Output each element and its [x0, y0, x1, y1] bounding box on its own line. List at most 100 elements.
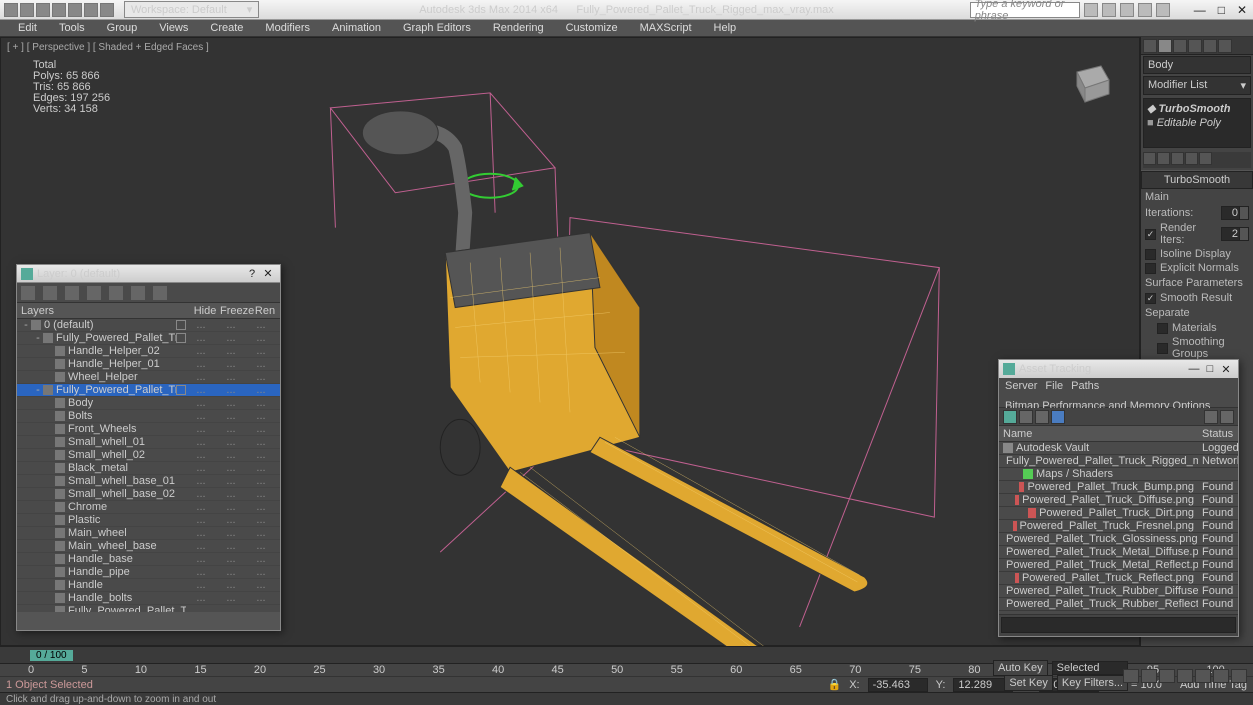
layer-row[interactable]: Handle_pipe.........: [17, 566, 280, 579]
time-config-icon[interactable]: [1231, 669, 1247, 683]
exchange-icon[interactable]: [1120, 3, 1134, 17]
asset-list[interactable]: Autodesk VaultLoggedFully_Powered_Pallet…: [999, 442, 1238, 614]
lock-icon[interactable]: 🔒: [828, 678, 842, 691]
iterations-spinner[interactable]: 0: [1221, 206, 1249, 220]
signin-icon[interactable]: [1102, 3, 1116, 17]
rollout-header[interactable]: TurboSmooth: [1141, 171, 1253, 189]
col-layers[interactable]: Layers: [17, 303, 190, 318]
save-icon[interactable]: [52, 3, 66, 17]
link-icon[interactable]: [100, 3, 114, 17]
layer-row[interactable]: Handle_bolts.........: [17, 592, 280, 605]
layer-row[interactable]: Small_whell_02.........: [17, 449, 280, 462]
asset-row[interactable]: Powered_Pallet_Truck_Bump.pngFound: [999, 481, 1238, 494]
menu-graph-editors[interactable]: Graph Editors: [393, 21, 481, 35]
asset-tracking-window[interactable]: Asset Tracking — □ ✕ ServerFilePathsBitm…: [998, 359, 1239, 637]
asset-row[interactable]: Powered_Pallet_Truck_Rubber_Reflect.pngF…: [999, 598, 1238, 611]
help-icon[interactable]: [1156, 3, 1170, 17]
app-icon[interactable]: [4, 3, 18, 17]
explicit-checkbox[interactable]: [1145, 263, 1156, 274]
menu-customize[interactable]: Customize: [556, 21, 628, 35]
asset-row[interactable]: Powered_Pallet_Truck_Dirt.pngFound: [999, 507, 1238, 520]
render-iters-checkbox[interactable]: ✓: [1145, 229, 1156, 240]
next-frame-icon[interactable]: [1177, 669, 1193, 683]
asset-row[interactable]: Powered_Pallet_Truck_Glossiness.pngFound: [999, 533, 1238, 546]
asset-path-input[interactable]: [1001, 617, 1236, 633]
menu-create[interactable]: Create: [200, 21, 253, 35]
layer-row[interactable]: -Fully_Powered_Pallet_Truck_Rig.........: [17, 332, 280, 345]
menu-maxscript[interactable]: MAXScript: [630, 21, 702, 35]
new-icon[interactable]: [20, 3, 34, 17]
asset-row[interactable]: Autodesk VaultLogged: [999, 442, 1238, 455]
layer-row[interactable]: Black_metal.........: [17, 462, 280, 475]
layer-row[interactable]: Handle_Helper_01.........: [17, 358, 280, 371]
modifier-list-dropdown[interactable]: Modifier List▾: [1143, 76, 1251, 95]
delete-layer-icon[interactable]: [43, 286, 57, 300]
open-icon[interactable]: [36, 3, 50, 17]
goto-end-icon[interactable]: [1195, 669, 1211, 683]
options-icon[interactable]: [1204, 410, 1218, 424]
layer-row[interactable]: Small_whell_base_02.........: [17, 488, 280, 501]
tab-create[interactable]: [1143, 39, 1157, 53]
layer-row[interactable]: Small_whell_base_01.........: [17, 475, 280, 488]
play-icon[interactable]: [1159, 669, 1175, 683]
col-freeze[interactable]: Freeze: [220, 303, 250, 318]
col-status[interactable]: Status: [1198, 426, 1238, 441]
asset-row[interactable]: Powered_Pallet_Truck_Metal_Diffuse.pngFo…: [999, 546, 1238, 559]
menu-group[interactable]: Group: [97, 21, 148, 35]
prev-frame-icon[interactable]: [1141, 669, 1157, 683]
col-name[interactable]: Name: [999, 426, 1198, 441]
key-mode-icon[interactable]: [1213, 669, 1229, 683]
render-iters-spinner[interactable]: 2: [1221, 227, 1249, 241]
frame-indicator[interactable]: 0 / 100: [30, 650, 73, 661]
asset-row[interactable]: Powered_Pallet_Truck_Diffuse.pngFound: [999, 494, 1238, 507]
col-hide[interactable]: Hide: [190, 303, 220, 318]
auto-key-button[interactable]: Auto Key: [993, 660, 1048, 676]
layer-row[interactable]: Front_Wheels.........: [17, 423, 280, 436]
redo-icon[interactable]: [84, 3, 98, 17]
tab-motion[interactable]: [1188, 39, 1202, 53]
new-layer-icon[interactable]: [21, 286, 35, 300]
asset-row[interactable]: Powered_Pallet_Truck_Reflect.pngFound: [999, 572, 1238, 585]
select-highlights-icon[interactable]: [87, 286, 101, 300]
smoothing-groups-checkbox[interactable]: [1157, 343, 1168, 354]
key-mode-dropdown[interactable]: Selected: [1052, 661, 1128, 675]
search-input[interactable]: Type a keyword or phrase: [970, 2, 1080, 18]
menu-modifiers[interactable]: Modifiers: [255, 21, 320, 35]
viewcube[interactable]: [1059, 52, 1119, 112]
tab-hierarchy[interactable]: [1173, 39, 1187, 53]
table-icon[interactable]: [1051, 410, 1065, 424]
layer-row[interactable]: Handle_base.........: [17, 553, 280, 566]
goto-start-icon[interactable]: [1123, 669, 1139, 683]
configure-icon[interactable]: [1199, 152, 1212, 165]
layer-manager-window[interactable]: Layer: 0 (default) ? ✕ Layers Hide Freez…: [16, 264, 281, 631]
key-filters-button[interactable]: Key Filters...: [1057, 675, 1128, 691]
asset-row[interactable]: Fully_Powered_Pallet_Truck_Rigged_max_vr…: [999, 455, 1238, 468]
workspace-dropdown[interactable]: Workspace: Default▾: [124, 1, 259, 18]
layer-row[interactable]: -0 (default).........: [17, 319, 280, 332]
tab-utilities[interactable]: [1218, 39, 1232, 53]
help-icon[interactable]: [1220, 410, 1234, 424]
freeze-unfreeze-icon[interactable]: [153, 286, 167, 300]
asset-window-titlebar[interactable]: Asset Tracking — □ ✕: [999, 360, 1238, 378]
set-key-button[interactable]: Set Key: [1004, 675, 1053, 691]
menu-rendering[interactable]: Rendering: [483, 21, 554, 35]
col-render[interactable]: Ren: [250, 303, 280, 318]
tab-display[interactable]: [1203, 39, 1217, 53]
tree-icon[interactable]: [1035, 410, 1049, 424]
layer-row[interactable]: Handle.........: [17, 579, 280, 592]
materials-checkbox[interactable]: [1157, 323, 1168, 334]
smooth-result-checkbox[interactable]: ✓: [1145, 293, 1156, 304]
undo-icon[interactable]: [68, 3, 82, 17]
hide-unhide-icon[interactable]: [131, 286, 145, 300]
asset-row[interactable]: Powered_Pallet_Truck_Fresnel.pngFound: [999, 520, 1238, 533]
object-name-field[interactable]: Body: [1143, 56, 1251, 74]
layer-row[interactable]: Chrome.........: [17, 501, 280, 514]
layer-row[interactable]: Wheel_Helper.........: [17, 371, 280, 384]
asset-menu-file[interactable]: File: [1045, 380, 1063, 392]
layer-row[interactable]: Small_whell_01.........: [17, 436, 280, 449]
layer-row[interactable]: Body.........: [17, 397, 280, 410]
minimize-button[interactable]: —: [1194, 3, 1206, 17]
layer-window-titlebar[interactable]: Layer: 0 (default) ? ✕: [17, 265, 280, 283]
status-icon[interactable]: [1019, 410, 1033, 424]
add-to-layer-icon[interactable]: [65, 286, 79, 300]
